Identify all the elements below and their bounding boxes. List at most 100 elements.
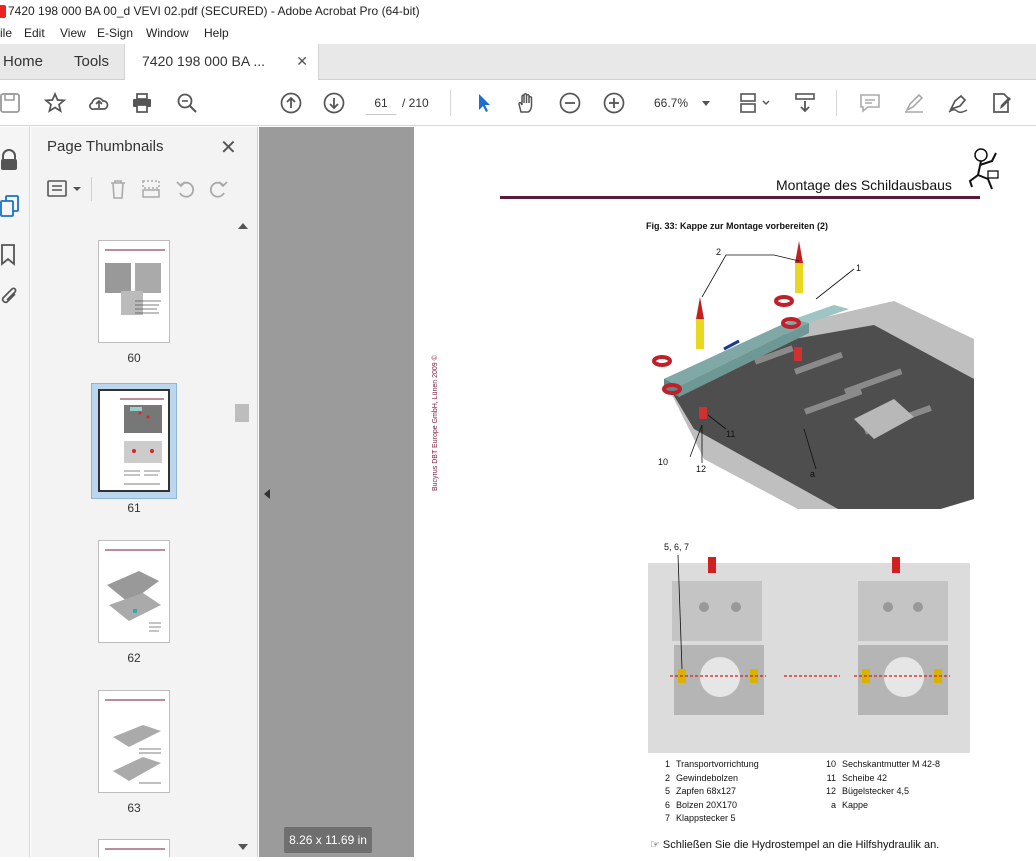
print-icon[interactable] <box>131 92 153 114</box>
thumbnail-label: 62 <box>127 651 141 665</box>
legend-item: 6 Bolzen 20X170 <box>664 799 738 810</box>
page-thumbnails-panel: Page Thumbnails ✕ 60 61 62 63 <box>31 127 258 857</box>
panel-divider <box>91 177 92 201</box>
hand-tool-icon[interactable] <box>515 92 537 114</box>
save-icon[interactable] <box>0 92 21 114</box>
page-thumbnail-64[interactable] <box>98 839 170 857</box>
legend-item: 11 Scheibe 42 <box>826 772 888 783</box>
callout-5-6-7: 5, 6, 7 <box>664 542 689 552</box>
legend-item: 10 Sechskantmutter M 42-8 <box>825 759 941 769</box>
page-thumbnails-icon[interactable] <box>0 195 20 217</box>
attachment-icon[interactable] <box>0 287 20 309</box>
toolbar-divider <box>836 90 837 116</box>
collapse-panel-icon[interactable] <box>264 489 270 499</box>
cloud-upload-icon[interactable] <box>88 92 110 114</box>
page-thumbnail-60[interactable] <box>98 240 170 343</box>
callout-1: 1 <box>856 263 861 273</box>
delete-page-icon[interactable] <box>108 179 128 199</box>
figure-caption: Fig. 33: Kappe zur Montage vorbereiten (… <box>646 221 829 231</box>
edit-pdf-icon[interactable] <box>991 92 1013 114</box>
page-fit-icon[interactable] <box>739 92 771 114</box>
title-bar: 7420 198 000 BA 00_d VEVI 02.pdf (SECURE… <box>0 0 1036 23</box>
menu-window[interactable]: Window <box>146 23 189 43</box>
thumbnail-preview <box>105 549 165 632</box>
menu-help[interactable]: Help <box>204 23 229 43</box>
legend-left: 1 Transportvorrichtung 2 Gewindebolzen 5 Za… <box>654 758 759 826</box>
close-panel-icon[interactable]: ✕ <box>220 135 237 160</box>
select-cursor-icon[interactable] <box>473 92 495 114</box>
thumbnail-preview <box>105 699 165 784</box>
pdf-page: Montage des Schildausbaus Fig. 33: Kappe… <box>414 127 1036 857</box>
legend-item: 7 Klappstecker 5 <box>664 813 736 823</box>
thumbnail-scrollbar[interactable] <box>235 220 251 857</box>
document-workspace: Montage des Schildausbaus Fig. 33: Kappe… <box>259 127 1036 857</box>
legend-right: 10 Sechskantmutter M 42-8 11 Scheibe 42 12… <box>820 758 940 812</box>
legend-item: 5 Zapfen 68x127 <box>664 786 737 796</box>
tab-home[interactable]: Home <box>3 44 43 80</box>
left-navigation-rail <box>0 127 30 857</box>
window-title: 7420 198 000 BA 00_d VEVI 02.pdf (SECURE… <box>8 4 420 18</box>
menu-file[interactable]: ile <box>0 23 12 43</box>
panel-title: Page Thumbnails <box>47 138 164 155</box>
pin-detail-illustration: 5, 6, 7 <box>648 542 970 753</box>
scrollbar-thumb[interactable] <box>235 404 249 422</box>
tab-bar: Home Tools 7420 198 000 BA ... ✕ <box>0 44 1036 81</box>
scroll-up-icon[interactable] <box>238 223 248 229</box>
sign-pen-icon[interactable] <box>947 92 969 114</box>
bookmark-icon[interactable] <box>0 244 16 266</box>
thumbnail-label: 63 <box>127 801 141 815</box>
extract-page-icon[interactable] <box>140 179 162 199</box>
scrolling-mode-icon[interactable] <box>794 92 816 114</box>
callout-a: a <box>810 469 815 479</box>
tab-tools[interactable]: Tools <box>74 44 109 80</box>
zoom-in-icon[interactable] <box>603 92 625 114</box>
thumbnail-options-icon[interactable] <box>47 179 83 199</box>
next-page-icon[interactable] <box>323 92 345 114</box>
thumbnail-label: 60 <box>127 351 141 365</box>
zoom-level-value: 66.7% <box>654 96 689 110</box>
instruction-note: ☞ Schließen Sie die Hydrostempel an die … <box>650 839 940 851</box>
bookmark-star-icon[interactable] <box>44 92 66 114</box>
thumbnail-preview <box>105 848 165 850</box>
copyright-notice: Bucyrus DBT Europe GmbH, Lünen 2009 © <box>432 355 439 491</box>
menu-edit[interactable]: Edit <box>24 23 45 43</box>
tab-document[interactable]: 7420 198 000 BA ... ✕ <box>124 44 319 81</box>
close-tab-icon[interactable]: ✕ <box>296 44 308 79</box>
toolbar: 61 / 210 66.7% <box>0 80 1036 126</box>
zoom-search-icon[interactable] <box>176 92 198 114</box>
toolbar-divider <box>450 90 451 116</box>
page-size-indicator: 8.26 x 11.69 in <box>284 827 372 853</box>
callout-10: 10 <box>658 457 668 467</box>
tab-document-label: 7420 198 000 BA ... <box>142 53 265 69</box>
thumbnail-label: 61 <box>127 501 141 515</box>
scroll-down-icon[interactable] <box>238 844 248 850</box>
callout-11: 11 <box>726 429 735 439</box>
rotate-clockwise-icon[interactable] <box>207 179 229 199</box>
heading-rule <box>500 196 980 199</box>
highlight-pen-icon[interactable] <box>903 92 925 114</box>
page-thumbnail-61[interactable] <box>98 389 170 492</box>
legend-item: 2 Gewindebolzen <box>664 772 739 783</box>
page-number-input[interactable]: 61 <box>365 91 397 115</box>
zoom-out-icon[interactable] <box>559 92 581 114</box>
acrobat-app-icon <box>0 5 6 18</box>
menu-view[interactable]: View <box>60 23 86 43</box>
legend-item: 12 Bügelstecker 4,5 <box>825 786 910 796</box>
page-thumbnail-63[interactable] <box>98 690 170 793</box>
comment-icon[interactable] <box>859 92 881 114</box>
worker-pictogram-icon <box>968 148 999 190</box>
zoom-level-select[interactable]: 66.7% <box>648 91 720 115</box>
page-total: / 210 <box>402 96 429 110</box>
chevron-down-icon <box>702 101 710 106</box>
legend-item: 1 Transportvorrichtung <box>664 759 759 769</box>
menu-esign[interactable]: E-Sign <box>97 23 133 43</box>
menu-bar: ile Edit View E-Sign Window Help <box>0 23 1036 44</box>
thumbnail-preview <box>105 249 165 315</box>
rotate-counterclockwise-icon[interactable] <box>175 179 197 199</box>
previous-page-icon[interactable] <box>280 92 302 114</box>
lock-icon[interactable] <box>0 149 18 171</box>
callout-12: 12 <box>696 464 706 474</box>
thumbnail-preview <box>120 398 164 485</box>
document-section-heading: Montage des Schildausbaus <box>776 177 952 193</box>
page-thumbnail-62[interactable] <box>98 540 170 643</box>
